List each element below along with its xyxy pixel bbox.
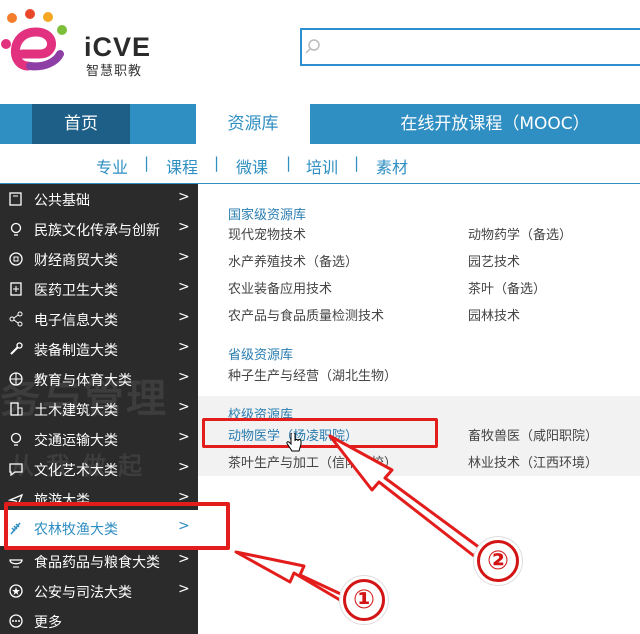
- sidebar-item-electronics[interactable]: 电子信息大类 >: [0, 304, 198, 334]
- chevron-right-icon: >: [178, 551, 190, 567]
- subtab-material[interactable]: 素材: [376, 154, 408, 178]
- resource-link[interactable]: 水产养殖技术（备选）: [228, 251, 358, 270]
- ball-icon: [9, 372, 23, 386]
- medical-icon: [10, 282, 22, 296]
- chevron-right-icon: >: [178, 459, 190, 475]
- sidebar-item-label: 交通运输大类: [34, 433, 118, 449]
- resource-link[interactable]: 畜牧兽医（咸阳职院）: [468, 425, 598, 444]
- nav-resources[interactable]: 资源库: [196, 102, 310, 144]
- step-2-marker: ②: [474, 537, 522, 585]
- resource-link[interactable]: 园艺技术: [468, 251, 520, 270]
- lightbulb-icon: [10, 432, 22, 446]
- resource-link[interactable]: 农产品与食品质量检测技术: [228, 305, 384, 324]
- resource-link[interactable]: 林业技术（江西环境）: [468, 452, 598, 471]
- resource-panel: 国家级资源库 现代宠物技术 动物药学（备选） 水产养殖技术（备选） 园艺技术 农…: [198, 184, 640, 634]
- more-icon: [9, 614, 23, 628]
- sidebar-item-label: 更多: [34, 615, 62, 631]
- share-icon: [9, 311, 23, 327]
- subtab-training[interactable]: 培训: [306, 154, 338, 178]
- sidebar-item-more[interactable]: 更多: [0, 606, 198, 634]
- sidebar-item-transport[interactable]: 交通运输大类 >: [0, 424, 198, 454]
- sidebar-item-label: 教育与体育大类: [34, 373, 132, 389]
- resource-link[interactable]: 动物药学（备选）: [468, 224, 572, 243]
- nav-home[interactable]: 首页: [32, 104, 130, 144]
- chevron-right-icon: >: [178, 279, 190, 295]
- chevron-right-icon: >: [178, 249, 190, 265]
- chevron-right-icon: >: [178, 189, 190, 205]
- subtab-separator: |: [354, 154, 360, 172]
- chevron-right-icon: >: [178, 399, 190, 415]
- brand-subtitle: 智慧职教: [86, 64, 143, 79]
- resource-link[interactable]: 茶叶（备选）: [468, 278, 546, 297]
- sidebar-item-label: 财经商贸大类: [34, 253, 118, 269]
- provincial-library-title: 省级资源库: [228, 348, 294, 363]
- lightbulb-icon: [10, 222, 22, 236]
- chevron-right-icon: >: [178, 219, 190, 235]
- sidebar-item-arts[interactable]: 文化艺术大类 >: [0, 454, 198, 484]
- national-library-title: 国家级资源库: [228, 208, 307, 223]
- subtab-separator: |: [286, 154, 292, 172]
- resource-link[interactable]: 种子生产与经营（湖北生物）: [228, 365, 397, 384]
- building-icon: [10, 402, 23, 416]
- chevron-right-icon: >: [178, 581, 190, 597]
- chevron-right-icon: >: [178, 429, 190, 445]
- category-sidebar: 务与管理 从我做起 公共基础 > 民族文化传承与创新 > 财经商贸大类 > 医药…: [0, 184, 198, 634]
- search-input[interactable]: [300, 28, 640, 66]
- star-badge-icon: [9, 584, 23, 598]
- step-1-marker: ①: [340, 576, 388, 624]
- chevron-right-icon: >: [178, 369, 190, 385]
- sidebar-item-label: 文化艺术大类: [34, 463, 118, 479]
- sidebar-item-label: 土木建筑大类: [34, 403, 118, 419]
- hand-cursor-icon: [286, 433, 302, 452]
- subtab-major[interactable]: 专业: [96, 154, 128, 178]
- highlight-box-agriculture: [4, 502, 230, 550]
- sidebar-item-label: 旅游大类: [34, 493, 90, 502]
- coin-icon: [9, 252, 23, 266]
- sidebar-item-education-sports[interactable]: 教育与体育大类 >: [0, 364, 198, 394]
- plane-icon: [8, 493, 24, 502]
- sidebar-item-tourism[interactable]: 旅游大类 >: [0, 484, 198, 502]
- sidebar-item-label: 公安与司法大类: [34, 585, 132, 601]
- sidebar-item-ethnic-culture[interactable]: 民族文化传承与创新 >: [0, 214, 198, 244]
- sidebar-item-public-security[interactable]: 公安与司法大类 >: [0, 576, 198, 606]
- resource-link[interactable]: 现代宠物技术: [228, 224, 306, 243]
- search-icon[interactable]: [304, 38, 322, 56]
- resource-link[interactable]: 农业装备应用技术: [228, 278, 332, 297]
- chevron-right-icon: >: [178, 339, 190, 355]
- sidebar-item-medical[interactable]: 医药卫生大类 >: [0, 274, 198, 304]
- subtab-separator: |: [214, 154, 220, 172]
- chevron-right-icon: >: [178, 309, 190, 325]
- nav-mooc[interactable]: 在线开放课程（MOOC）: [380, 104, 610, 144]
- resource-link[interactable]: 园林技术: [468, 305, 520, 324]
- chevron-right-icon: >: [178, 489, 190, 502]
- sidebar-item-finance[interactable]: 财经商贸大类 >: [0, 244, 198, 274]
- brand-name: iCVE: [84, 32, 152, 62]
- page: iCVE 智慧职教 首页 资源库 在线开放课程（MOOC） 专业 | 课程 | …: [0, 0, 640, 634]
- sidebar-item-public-basics[interactable]: 公共基础 >: [0, 184, 198, 214]
- resource-link[interactable]: 茶叶生产与加工（信阳茶校）: [228, 452, 397, 471]
- sidebar-item-civil-engineering[interactable]: 土木建筑大类 >: [0, 394, 198, 424]
- sidebar-item-label: 电子信息大类: [34, 313, 118, 329]
- subtab-course[interactable]: 课程: [166, 154, 198, 178]
- sidebar-item-food-drug[interactable]: 食品药品与粮食大类 >: [0, 546, 198, 576]
- sidebar-item-label: 民族文化传承与创新: [34, 223, 160, 239]
- chat-icon: [9, 463, 23, 477]
- subtab-separator: |: [144, 154, 150, 172]
- book-icon: [9, 192, 22, 206]
- sidebar-item-label: 医药卫生大类: [34, 283, 118, 299]
- sidebar-item-label: 公共基础: [34, 193, 90, 209]
- highlight-box-animal-medicine: [202, 418, 438, 448]
- sub-tabs: 专业 | 课程 | 微课 | 培训 | 素材: [0, 144, 640, 184]
- sidebar-item-label: 食品药品与粮食大类: [34, 555, 160, 571]
- bowl-icon: [9, 559, 23, 568]
- sidebar-item-label: 装备制造大类: [34, 343, 118, 359]
- sidebar-item-equipment[interactable]: 装备制造大类 >: [0, 334, 198, 364]
- main-nav: 首页 资源库 在线开放课程（MOOC）: [0, 102, 640, 144]
- subtab-microlesson[interactable]: 微课: [236, 154, 268, 178]
- wrench-icon: [10, 342, 23, 355]
